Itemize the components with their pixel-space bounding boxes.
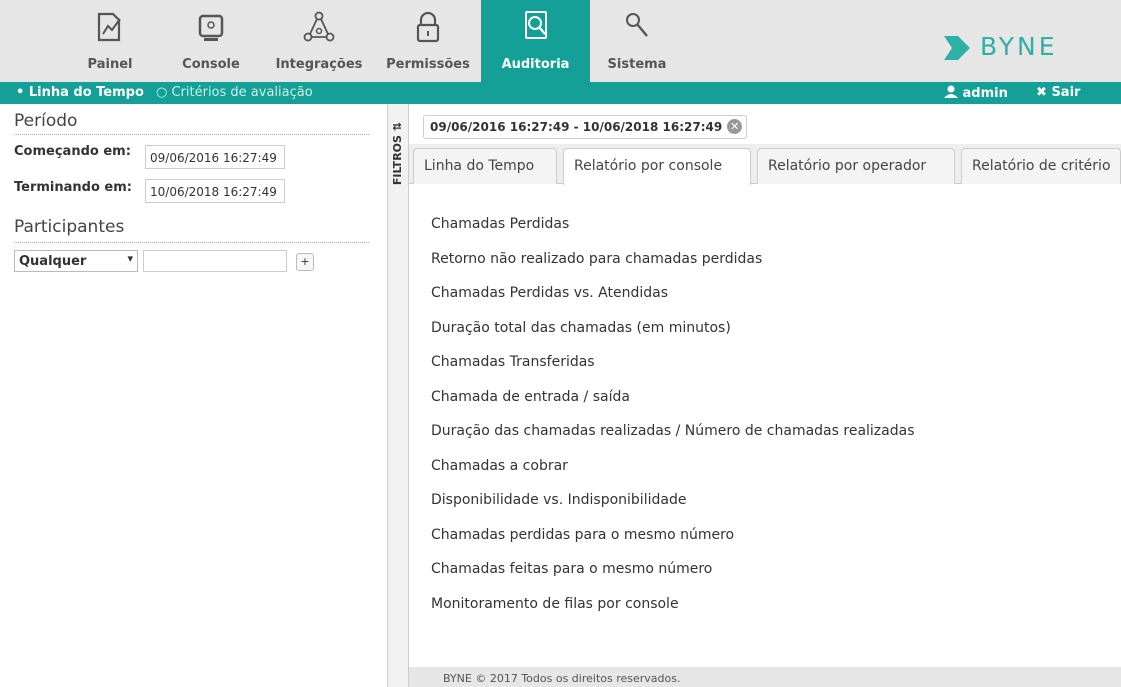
logo-text: BYNE [980, 32, 1058, 61]
lock-icon [416, 11, 440, 43]
audit-search-icon [524, 11, 547, 39]
report-link[interactable]: Chamadas perdidas para o mesmo número [431, 527, 734, 543]
end-date-field[interactable]: 10/06/2018 16:27:49 [145, 179, 285, 203]
user-icon [944, 85, 958, 98]
report-link[interactable]: Retorno não realizado para chamadas perd… [431, 251, 762, 267]
start-date-field[interactable]: 09/06/2016 16:27:49 [145, 145, 285, 169]
footer: BYNE © 2017 Todos os direitos reservados… [409, 667, 1121, 687]
tab-linha-do-tempo[interactable]: Linha do Tempo [413, 148, 557, 184]
user-menu[interactable]: admin [944, 85, 1008, 101]
date-range-text: 09/06/2016 16:27:49 - 10/06/2018 16:27:4… [430, 120, 723, 134]
logo-mark-icon [944, 36, 970, 60]
nav-label: Painel [87, 57, 133, 72]
username: admin [962, 86, 1008, 101]
nav-item-auditoria[interactable]: Auditoria [481, 0, 590, 82]
report-link[interactable]: Chamadas Perdidas [431, 216, 569, 232]
subnav-linha-do-tempo[interactable]: • Linha do Tempo [16, 85, 144, 100]
report-link[interactable]: Disponibilidade vs. Indisponibilidade [431, 492, 686, 508]
report-link[interactable]: Duração das chamadas realizadas / Número… [431, 423, 915, 439]
wrench-icon [626, 13, 648, 37]
nav-label: Sistema [607, 57, 667, 72]
date-range-chip: 09/06/2016 16:27:49 - 10/06/2018 16:27:4… [423, 115, 748, 139]
period-title: Período [14, 111, 78, 131]
report-link[interactable]: Monitoramento de filas por console [431, 596, 679, 612]
nav-label: Auditoria [501, 57, 570, 72]
nav-item-sistema[interactable]: Sistema [600, 0, 674, 82]
report-tabs: Linha do Tempo Relatório por console Rel… [409, 144, 1121, 185]
close-icon: ✖ [1036, 85, 1047, 100]
nav-label: Integrações [275, 57, 363, 72]
top-navigation: Painel Console Integrações Permissões Au… [0, 0, 1121, 82]
end-label: Terminando em: [14, 180, 132, 195]
report-link[interactable]: Chamada de entrada / saída [431, 389, 630, 405]
tab-relatorio-console[interactable]: Relatório por console [563, 148, 751, 185]
chart-icon [97, 12, 121, 42]
chevron-down-icon: ▾ [127, 252, 133, 265]
nav-item-permissoes[interactable]: Permissões [380, 0, 476, 82]
participant-select-value: Qualquer [19, 254, 87, 269]
logout-button[interactable]: ✖ Sair [1036, 85, 1080, 100]
byne-logo: BYNE [944, 30, 1094, 64]
sub-navigation: • Linha do Tempo ○ Critérios de avaliaçã… [0, 82, 1121, 104]
report-link[interactable]: Chamadas feitas para o mesmo número [431, 561, 712, 577]
console-icon [198, 14, 224, 41]
logout-label: Sair [1051, 85, 1081, 100]
main-content: 09/06/2016 16:27:49 - 10/06/2018 16:27:4… [409, 104, 1121, 687]
tab-relatorio-operador[interactable]: Relatório por operador [757, 148, 955, 184]
network-icon [303, 11, 335, 42]
report-link[interactable]: Chamadas Transferidas [431, 354, 595, 370]
nav-label: Permissões [386, 57, 470, 72]
nav-item-painel[interactable]: Painel [73, 0, 147, 82]
add-participant-button[interactable]: + [296, 253, 314, 271]
clear-icon[interactable]: ✕ [727, 119, 743, 134]
participants-title: Participantes [14, 217, 125, 237]
participant-input[interactable] [143, 250, 287, 272]
divider [14, 134, 369, 135]
start-label: Começando em: [14, 144, 131, 159]
participant-select[interactable]: Qualquer ▾ [14, 250, 138, 272]
report-link[interactable]: Duração total das chamadas (em minutos) [431, 320, 731, 336]
footer-text: BYNE © 2017 Todos os direitos reservados… [443, 672, 681, 685]
filter-panel: Período Começando em: 09/06/2016 16:27:4… [0, 104, 387, 687]
filters-toggle-label: FILTROS ⇅ [391, 122, 404, 186]
filters-toggle[interactable]: FILTROS ⇅ [387, 104, 409, 687]
report-link[interactable]: Chamadas a cobrar [431, 458, 568, 474]
divider [14, 242, 369, 243]
nav-label: Console [182, 57, 240, 72]
tab-relatorio-criterio[interactable]: Relatório de critério [961, 148, 1121, 184]
expand-arrows-icon: ⇅ [391, 122, 404, 132]
report-link[interactable]: Chamadas Perdidas vs. Atendidas [431, 285, 668, 301]
nav-item-integracoes[interactable]: Integrações [271, 0, 367, 82]
nav-item-console[interactable]: Console [176, 0, 246, 82]
subnav-criterios[interactable]: ○ Critérios de avaliação [156, 85, 313, 100]
